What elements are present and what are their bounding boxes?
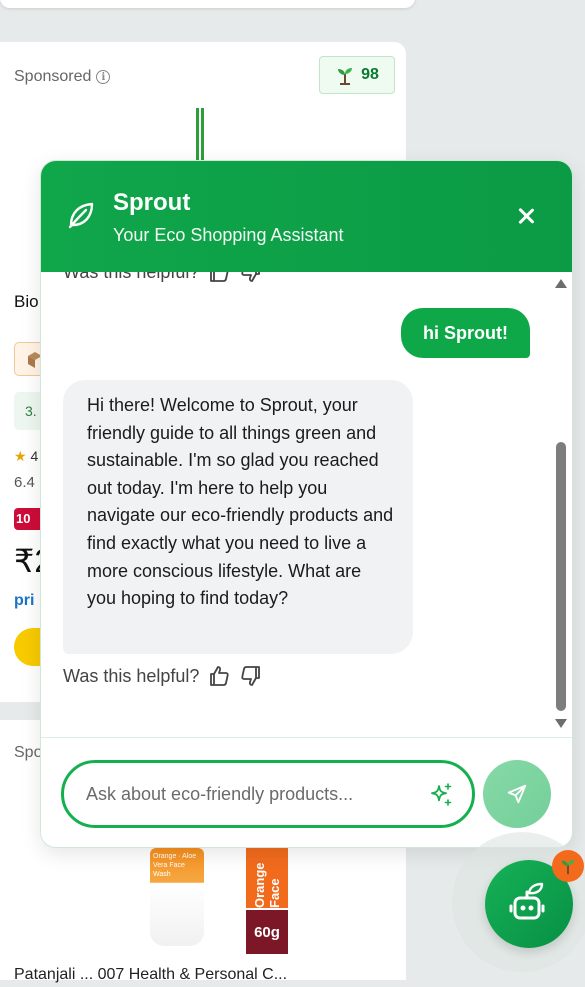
star-icon: ★: [14, 448, 27, 464]
chat-widget: Sprout Your Eco Shopping Assistant Was t…: [40, 160, 573, 848]
review-count: 6.4: [14, 474, 35, 491]
user-message: hi Sprout!: [401, 308, 530, 358]
rating-value: 4: [30, 448, 39, 464]
close-button[interactable]: [511, 201, 541, 231]
scrollbar-thumb[interactable]: [556, 442, 566, 711]
product-title[interactable]: Bio: [14, 292, 39, 312]
thumbs-up-icon[interactable]: [207, 664, 231, 688]
search-bar-edge: [0, 0, 415, 8]
product-image-box[interactable]: Orange Face: [246, 848, 288, 908]
previous-feedback-row: Was this helpful?: [63, 272, 263, 284]
prime-badge: pri: [14, 592, 35, 609]
launcher-badge: [552, 850, 584, 882]
eco-score-value: 98: [361, 66, 379, 83]
scroll-down-arrow-icon[interactable]: [555, 719, 567, 728]
sponsored-label-2: Spo: [14, 744, 43, 761]
sponsored-label: Sponsored i: [14, 68, 111, 86]
box-weight: 60g: [246, 910, 288, 954]
product-title-2[interactable]: Patanjali ... 007 Health & Personal C...: [14, 966, 287, 984]
chat-header: Sprout Your Eco Shopping Assistant: [41, 161, 572, 272]
variant-text: 3.: [25, 403, 37, 419]
thumbs-down-icon[interactable]: [239, 664, 263, 688]
feedback-prompt-prev: Was this helpful?: [63, 272, 199, 283]
eco-score-badge: 98: [319, 56, 395, 94]
thumbs-up-icon[interactable]: [207, 272, 231, 284]
page: Sponsored i 98 Bio 3. ★ 4 6.4 10 ₹2 pri …: [0, 0, 585, 987]
scroll-up-arrow-icon[interactable]: [555, 279, 567, 288]
chat-subtitle: Your Eco Shopping Assistant: [113, 225, 344, 245]
info-icon[interactable]: i: [96, 70, 111, 84]
message-scrollbar[interactable]: [553, 279, 569, 733]
rating: ★ 4: [14, 448, 38, 465]
feedback-row: Was this helpful?: [63, 664, 263, 688]
thumbs-down-icon[interactable]: [239, 272, 263, 284]
bot-message: Hi there! Welcome to Sprout, your friend…: [63, 380, 413, 654]
chat-title: Sprout: [113, 189, 191, 216]
sprout-icon: [338, 68, 353, 85]
product-image[interactable]: [196, 108, 204, 160]
discount-text: 10: [16, 511, 31, 526]
tube-label: Orange · Aloe Vera Face Wash: [153, 853, 197, 878]
box-label: Orange Face: [252, 862, 282, 908]
sparkle-icon[interactable]: [428, 782, 454, 808]
input-wrapper[interactable]: [61, 760, 475, 828]
sprout-icon: [561, 859, 575, 875]
send-icon: [507, 784, 527, 804]
leaf-icon: [68, 202, 94, 229]
composer: [41, 737, 572, 847]
sponsored-text: Sponsored: [14, 68, 92, 85]
robot-leaf-icon: [509, 882, 545, 920]
message-list[interactable]: Was this helpful? hi Sprout! Hi there! W…: [41, 272, 572, 737]
send-button[interactable]: [483, 760, 551, 828]
feedback-prompt: Was this helpful?: [63, 665, 200, 686]
chat-input[interactable]: [86, 777, 406, 811]
